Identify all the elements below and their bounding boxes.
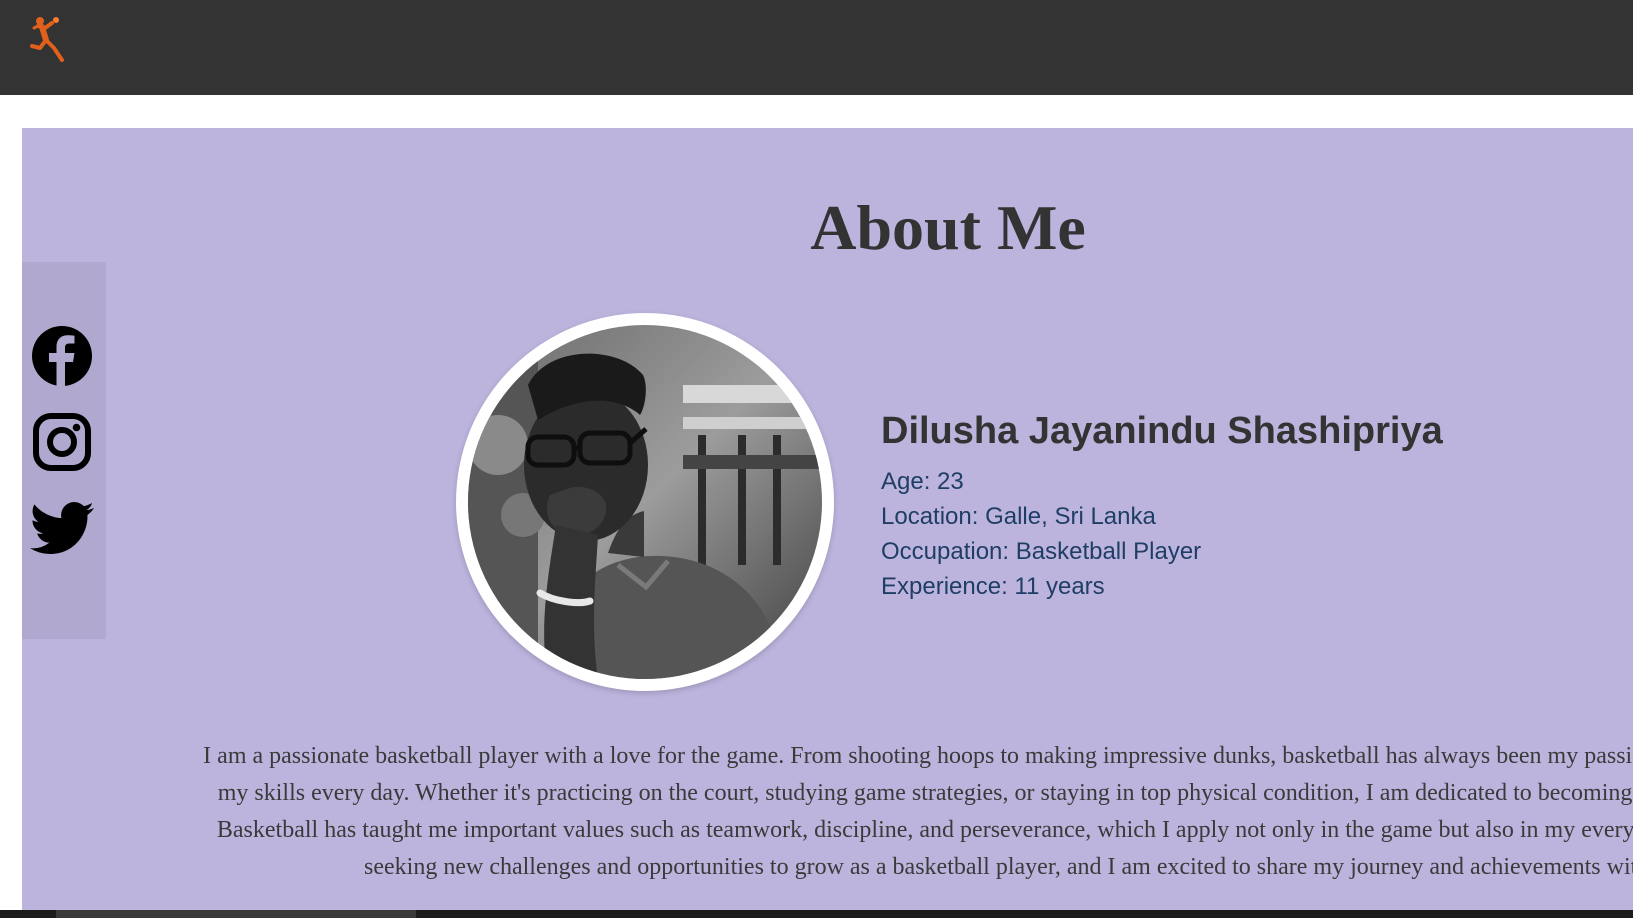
taskbar-item[interactable] [56,910,416,918]
about-section: About Me Dilusha Jayanindu Shashipriya A… [22,128,1633,918]
profile-experience: Experience: 11 years [881,573,1105,600]
profile-location: Location: Galle, Sri Lanka [881,503,1156,530]
basketball-player-logo-icon[interactable] [26,14,70,64]
twitter-icon [30,502,94,554]
profile-photo-image [468,325,822,679]
instagram-icon [33,413,91,471]
bio-paragraph: I am a passionate basketball player with… [203,743,1633,880]
instagram-link[interactable] [30,410,94,474]
taskbar [0,910,1633,918]
profile-info: Dilusha Jayanindu Shashipriya Age: 23 Lo… [881,408,1621,604]
profile-name: Dilusha Jayanindu Shashipriya [881,410,1443,452]
page-title: About Me [810,192,1086,263]
facebook-link[interactable] [30,324,94,388]
twitter-link[interactable] [30,496,94,560]
facebook-icon [32,326,92,388]
profile-occupation: Occupation: Basketball Player [881,538,1202,565]
profile-photo [456,313,834,691]
profile-age: Age: 23 [881,468,964,495]
social-sidebar [22,262,106,639]
top-navbar [0,0,1633,95]
